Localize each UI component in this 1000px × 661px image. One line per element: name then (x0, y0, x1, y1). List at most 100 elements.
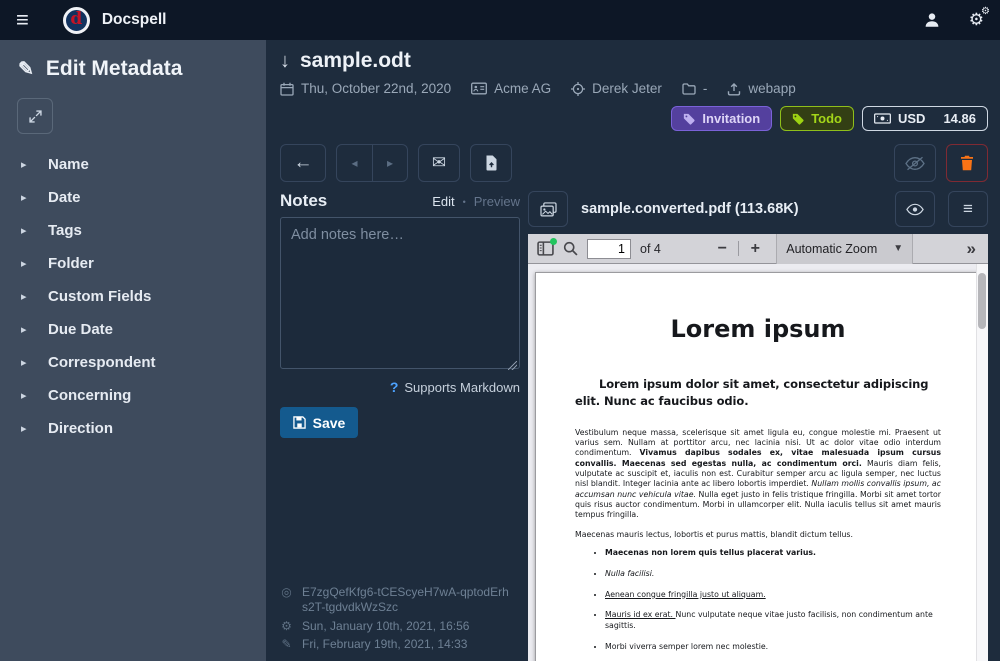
attachment-viewer-pane: sample.converted.pdf (113.68K) ≡ (528, 191, 988, 661)
pdf-search-icon[interactable] (563, 241, 578, 256)
sidebar-item-concerning[interactable]: ▸Concerning (0, 379, 266, 412)
arrow-left-icon: ← (294, 152, 313, 174)
notes-preview-tab[interactable]: Preview (474, 194, 520, 209)
settings-cogs-icon[interactable]: ⚙⚙ (969, 10, 984, 30)
eye-slash-icon (905, 156, 925, 171)
sidebar-item-name[interactable]: ▸Name (0, 148, 266, 181)
page-count-label: of 4 (640, 242, 661, 256)
delete-item-button[interactable] (946, 144, 988, 182)
prev-next-group: ◂ ▸ (336, 144, 408, 182)
markdown-help-link[interactable]: ? Supports Markdown (280, 379, 520, 395)
next-item-button[interactable]: ▸ (372, 145, 407, 181)
item-toolbar: ← ◂ ▸ ✉ (266, 131, 1000, 191)
item-date: Thu, October 22nd, 2020 (280, 81, 451, 96)
attachment-view-button[interactable] (895, 191, 935, 227)
caret-right-icon: ▸ (21, 191, 29, 204)
doc-bullet: Maecenas non lorem quis tellus placerat … (605, 548, 941, 559)
item-detail-main: ↓ sample.odt Thu, October 22nd, 2020 (266, 40, 1000, 661)
docspell-logo[interactable]: d (63, 7, 90, 34)
caret-right-icon: ▸ (21, 323, 29, 336)
doc-paragraph: Maecenas mauris lectus, lobortis et puru… (575, 530, 941, 539)
tag-badge-todo[interactable]: Todo (780, 106, 854, 131)
hamburger-menu-icon[interactable]: ≡ (16, 9, 29, 31)
item-concerning: Derek Jeter (571, 81, 662, 96)
caret-right-icon: ▸ (21, 224, 29, 237)
caret-right-icon: ▸ (21, 356, 29, 369)
sidebar-item-direction[interactable]: ▸Direction (0, 412, 266, 445)
sidebar-item-tags[interactable]: ▸Tags (0, 214, 266, 247)
sidebar-item-folder[interactable]: ▸Folder (0, 247, 266, 280)
page-number-input[interactable] (587, 239, 631, 259)
sidebar-item-due-date[interactable]: ▸Due Date (0, 313, 266, 346)
money-bill-icon (874, 113, 891, 124)
attachment-menu-button[interactable]: ≡ (948, 191, 988, 227)
zoom-level-select[interactable]: Automatic Zoom ▼ (776, 234, 913, 264)
chevron-down-icon: ▼ (893, 243, 903, 254)
pencil-icon: ✎ (18, 58, 34, 81)
custom-field-badge-usd[interactable]: USD 14.86 (862, 106, 988, 131)
doc-bullet-list: Maecenas non lorem quis tellus placerat … (575, 548, 941, 661)
caret-right-icon: ▸ (21, 158, 29, 171)
attachments-toggle-button[interactable] (528, 191, 568, 227)
crosshair-icon (571, 82, 585, 96)
item-source: webapp (727, 81, 795, 96)
question-icon: ? (390, 379, 399, 395)
updated-date: Fri, February 19th, 2021, 14:33 (302, 637, 467, 653)
unconfirm-button[interactable] (894, 144, 936, 182)
top-navbar: ≡ d Docspell ⚙⚙ (0, 0, 1000, 40)
send-mail-button[interactable]: ✉ (418, 144, 460, 182)
add-files-button[interactable] (470, 144, 512, 182)
tag-badge-invitation[interactable]: Invitation (671, 106, 772, 131)
user-icon[interactable] (923, 11, 941, 29)
sidebar-item-date[interactable]: ▸Date (0, 181, 266, 214)
pencil-icon: ✎ (280, 637, 293, 653)
doc-bullet: Nulla facilisi. (605, 569, 941, 580)
pdfjs-toolbar: of 4 − + Automatic Zoom ▼ » (528, 234, 988, 264)
prev-item-button[interactable]: ◂ (337, 145, 372, 181)
item-title-row: ↓ sample.odt (280, 49, 988, 73)
sidebar-item-correspondent[interactable]: ▸Correspondent (0, 346, 266, 379)
notes-textarea[interactable] (280, 217, 520, 369)
caret-right-icon: ▸ (21, 389, 29, 402)
doc-bullet: Mauris id ex erat. Nunc vulputate neque … (605, 610, 941, 632)
item-id: E7zgQefKfg6-tCEScyeH7wA-qptodErhs2T-tgdv… (302, 585, 514, 616)
caret-right-icon: ▸ (21, 290, 29, 303)
chevron-right-icon: ▸ (387, 156, 393, 170)
notes-pane: Notes Edit • Preview ? Supports Markdown (280, 191, 520, 661)
tag-row: Invitation Todo USD (280, 106, 988, 131)
calendar-icon (280, 82, 294, 96)
envelope-icon: ✉ (432, 153, 446, 173)
tag-icon (792, 113, 804, 125)
back-button[interactable]: ← (280, 144, 326, 182)
address-card-icon (471, 82, 487, 95)
sidebar-item-custom-fields[interactable]: ▸Custom Fields (0, 280, 266, 313)
save-notes-button[interactable]: Save (280, 407, 358, 438)
doc-bullet: Aenean congue fringilla justo ut aliquam… (605, 590, 941, 601)
eye-icon (906, 203, 924, 216)
expand-arrows-icon (28, 109, 43, 124)
pdf-viewport[interactable]: Lorem ipsum Lorem ipsum dolor sit amet, … (528, 264, 988, 661)
app-title: Docspell (102, 11, 167, 29)
sidebar-header: ✎ Edit Metadata (0, 40, 266, 81)
trash-icon (960, 155, 974, 171)
pdf-sidebar-toggle-button[interactable] (537, 241, 554, 256)
sidebar-title: Edit Metadata (46, 57, 183, 81)
metadata-sections-nav: ▸Name ▸Date ▸Tags ▸Folder ▸Custom Fields… (0, 148, 266, 445)
chevron-left-icon: ◂ (351, 156, 357, 170)
notes-edit-tab[interactable]: Edit (432, 194, 454, 209)
caret-right-icon: ▸ (21, 422, 29, 435)
pdf-scrollbar-thumb[interactable] (978, 273, 986, 329)
created-date-row: ⚙ Sun, January 10th, 2021, 16:56 (280, 619, 520, 635)
notification-dot (550, 238, 557, 245)
expand-sidebar-button[interactable] (17, 98, 53, 134)
toolbar-more-button[interactable]: » (967, 239, 979, 259)
zoom-in-button[interactable]: + (747, 240, 763, 258)
download-arrow-icon: ↓ (280, 50, 290, 73)
pdf-scrollbar[interactable] (976, 264, 988, 661)
caret-right-icon: ▸ (21, 257, 29, 270)
upload-icon (727, 82, 741, 96)
attachment-header: sample.converted.pdf (113.68K) ≡ (528, 191, 988, 234)
updated-date-row: ✎ Fri, February 19th, 2021, 14:33 (280, 637, 520, 653)
created-date: Sun, January 10th, 2021, 16:56 (302, 619, 469, 635)
zoom-out-button[interactable]: − (714, 240, 730, 258)
